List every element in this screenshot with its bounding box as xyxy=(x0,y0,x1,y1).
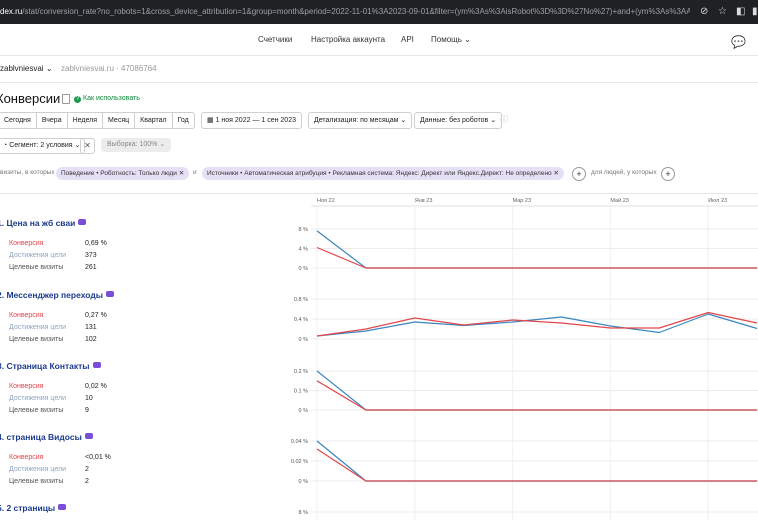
x-tick-label: Май 23 xyxy=(610,197,628,204)
y-tick-label: 0.1 % xyxy=(294,389,308,395)
y-tick-label: 0.4 % xyxy=(294,317,308,323)
series-line-blue xyxy=(316,230,758,269)
y-tick-label: 0 % xyxy=(299,337,309,343)
y-tick-label: 0.04 % xyxy=(291,439,308,445)
y-tick-label: 8 % xyxy=(299,510,309,516)
y-tick-label: 0.2 % xyxy=(294,369,308,375)
x-tick-label: Янв 23 xyxy=(415,198,433,204)
y-tick-label: 0 % xyxy=(299,266,309,272)
series-line-red xyxy=(316,246,758,269)
x-tick-label: Мар 23 xyxy=(513,198,531,204)
y-tick-label: 8 % xyxy=(299,227,309,233)
y-tick-label: 4 % xyxy=(299,247,309,253)
series-line-red xyxy=(316,448,758,482)
y-tick-label: 0.02 % xyxy=(291,459,308,465)
conversion-charts: Ноя 22 Янв 23 Мар 23 Май 23 Июл 23 8 % 4 % 0 % 0… xyxy=(291,197,758,520)
series-line-red xyxy=(316,311,758,337)
y-tick-label: 0 % xyxy=(299,479,309,485)
x-tick-label: Июл 23 xyxy=(708,198,727,204)
y-tick-label: 0 % xyxy=(299,408,309,414)
y-tick-label: 0.8 % xyxy=(294,297,308,303)
series-line-red xyxy=(316,380,758,411)
x-tick-label: Ноя 22 xyxy=(317,198,335,204)
